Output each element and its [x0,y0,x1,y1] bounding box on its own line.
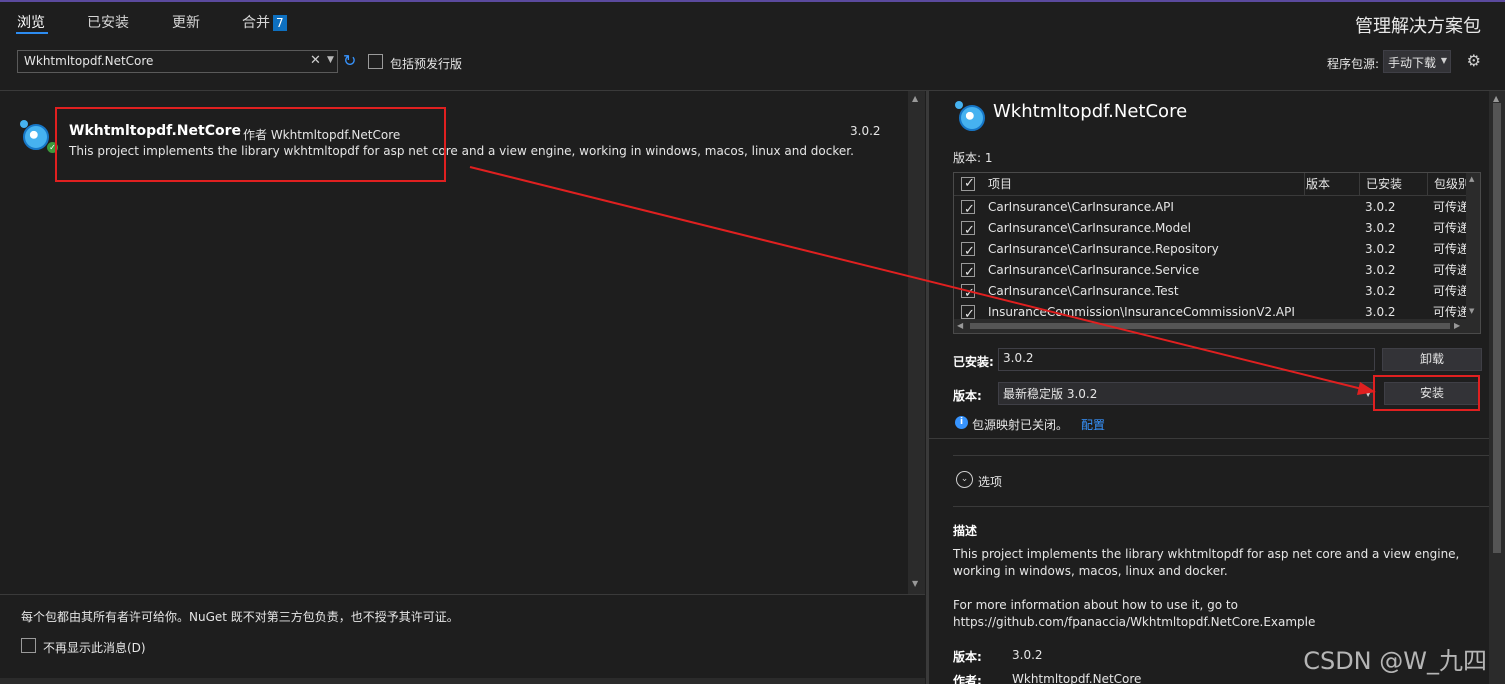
annotation-arrow [469,166,1376,395]
csdn-watermark: CSDN @W_九四 [1303,647,1487,675]
